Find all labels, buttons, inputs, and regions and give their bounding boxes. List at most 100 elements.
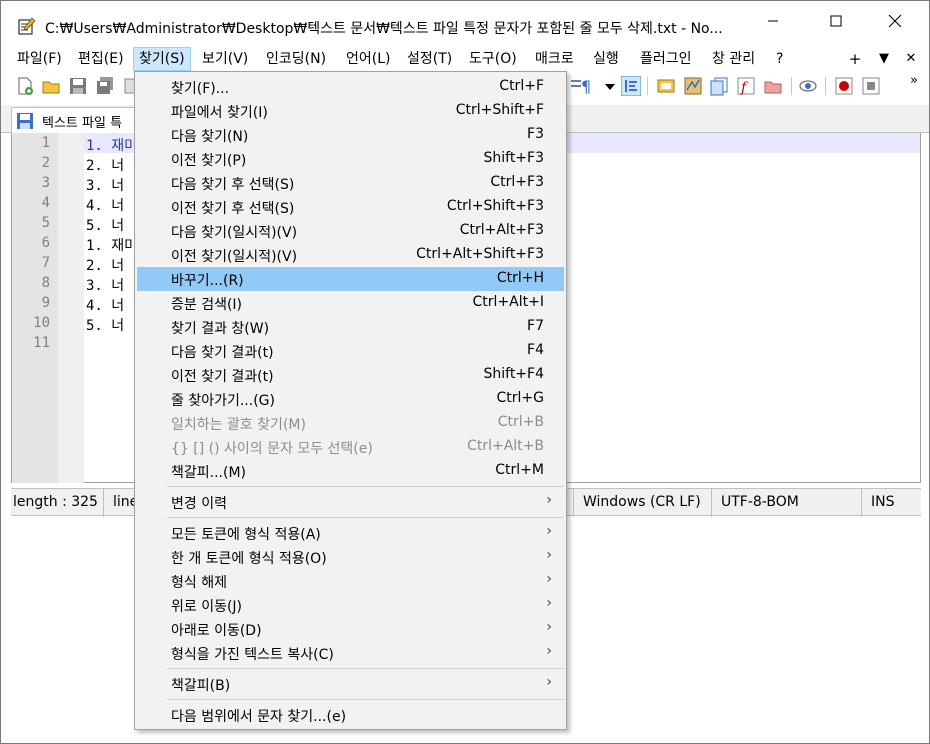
submenu-arrow-icon: ›	[546, 643, 552, 659]
close-button[interactable]	[872, 1, 918, 41]
new-file-icon[interactable]	[15, 76, 35, 96]
menu-item-jump-up[interactable]: 위로 이동(J) ›	[137, 593, 564, 617]
status-separator	[573, 489, 574, 517]
document-list-icon[interactable]	[709, 76, 729, 96]
show-all-characters-icon[interactable]: ¶	[577, 76, 597, 96]
menu-item-label: 증분 검색(I)	[171, 297, 243, 313]
menu-item-style-all-occurrences[interactable]: 모든 토큰에 형식 적용(A) ›	[137, 521, 564, 545]
menu-item-clear-style[interactable]: 형식 해제 ›	[137, 569, 564, 593]
submenu-arrow-icon: ›	[546, 492, 552, 508]
menu-item-find-in-files[interactable]: 파일에서 찾기(I) Ctrl+Shift+F	[137, 99, 564, 123]
menu-item-bookmark[interactable]: 책갈피(B) ›	[137, 672, 564, 696]
menu-view[interactable]: 보기(V)	[197, 47, 253, 71]
menu-edit[interactable]: 편집(E)	[73, 47, 129, 71]
menu-item-shortcut: F7	[527, 318, 544, 334]
status-encoding[interactable]: UTF-8-BOM	[721, 494, 799, 510]
menu-window[interactable]: 창 관리	[707, 47, 760, 71]
new-tab-plus-button[interactable]: +	[846, 47, 864, 71]
menu-item-label: 다음 찾기(N)	[171, 129, 249, 145]
menu-item-replace[interactable]: 바꾸기...(R) Ctrl+H	[137, 267, 564, 291]
menu-item-label: 형식 해제	[171, 575, 227, 591]
line-number: 8	[41, 275, 50, 291]
dropdown-arrow-icon[interactable]	[600, 76, 620, 96]
menu-language[interactable]: 언어(L)	[341, 47, 395, 71]
menu-encoding[interactable]: 인코딩(N)	[261, 47, 331, 71]
menu-run[interactable]: 실행	[588, 47, 624, 71]
menu-item-change-history[interactable]: 변경 이력 ›	[137, 490, 564, 514]
menu-separator	[167, 699, 564, 700]
menu-item-find-characters-in-range[interactable]: 다음 범위에서 문자 찾기...(e)	[137, 703, 564, 727]
menu-item-label: 다음 찾기 후 선택(S)	[171, 177, 295, 193]
toolbar-separator	[791, 77, 792, 95]
menu-file[interactable]: 파일(F)	[12, 47, 67, 71]
menu-help[interactable]: ?	[771, 47, 788, 71]
menu-item-select-find-previous[interactable]: 이전 찾기 후 선택(S) Ctrl+Shift+F3	[137, 195, 564, 219]
menu-item-shortcut: Ctrl+B	[497, 414, 544, 430]
menu-item-jump-down[interactable]: 아래로 이동(D) ›	[137, 617, 564, 641]
line-number: 2	[41, 155, 50, 171]
menu-item-find-previous[interactable]: 이전 찾기(P) Shift+F3	[137, 147, 564, 171]
save-icon[interactable]	[68, 76, 88, 96]
menu-item-label: 모든 토큰에 형식 적용(A)	[171, 527, 321, 543]
code-line: 3. 너	[86, 178, 125, 194]
menu-search[interactable]: 찾기(S)	[133, 47, 191, 71]
menu-macro[interactable]: 매크로	[530, 47, 579, 71]
line-number: 6	[41, 235, 50, 251]
menu-item-find-next-volatile[interactable]: 다음 찾기(일시적)(V) Ctrl+Alt+F3	[137, 219, 564, 243]
saved-file-icon	[17, 113, 33, 129]
line-number: 4	[41, 195, 50, 211]
record-macro-icon[interactable]	[834, 76, 854, 96]
file-tab[interactable]: 텍스트 파일 특	[11, 107, 151, 133]
line-number: 10	[33, 315, 50, 331]
open-file-icon[interactable]	[41, 76, 61, 96]
menu-item-go-to-line[interactable]: 줄 찾아가기...(G) Ctrl+G	[137, 387, 564, 411]
monitoring-eye-icon[interactable]	[798, 76, 818, 96]
menu-item-select-find-next[interactable]: 다음 찾기 후 선택(S) Ctrl+F3	[137, 171, 564, 195]
menu-item-mark[interactable]: 책갈피...(M) Ctrl+M	[137, 459, 564, 483]
search-menu-dropdown: 찾기(F)... Ctrl+F 파일에서 찾기(I) Ctrl+Shift+F 다음…	[134, 71, 567, 730]
menu-item-shortcut: Ctrl+Alt+Shift+F3	[416, 246, 544, 262]
code-line: 1. 재미	[86, 238, 138, 254]
folder-as-workspace-icon[interactable]	[763, 76, 783, 96]
menu-item-find-previous-volatile[interactable]: 이전 찾기(일시적)(V) Ctrl+Alt+Shift+F3	[137, 243, 564, 267]
line-number: 1	[41, 135, 50, 151]
menu-item-search-results-window[interactable]: 찾기 결과 창(W) F7	[137, 315, 564, 339]
menu-item-find[interactable]: 찾기(F)... Ctrl+F	[137, 75, 564, 99]
menu-plugins[interactable]: 플러그인	[635, 47, 697, 71]
fold-margin[interactable]	[58, 133, 84, 483]
menu-item-next-search-result[interactable]: 다음 찾기 결과(t) F4	[137, 339, 564, 363]
line-number: 11	[33, 335, 50, 351]
save-all-icon[interactable]	[95, 76, 115, 96]
function-list-icon[interactable]: f	[736, 76, 756, 96]
notepad-window: C:₩Users₩Administrator₩Desktop₩텍스트 문서₩텍스…	[0, 0, 930, 744]
status-eol[interactable]: Windows (CR LF)	[583, 494, 701, 510]
menu-item-style-one-token[interactable]: 한 개 토큰에 형식 적용(O) ›	[137, 545, 564, 569]
menu-item-find-next[interactable]: 다음 찾기(N) F3	[137, 123, 564, 147]
menu-item-copy-styled-text[interactable]: 형식을 가진 텍스트 복사(C) ›	[137, 641, 564, 665]
menu-item-incremental-search[interactable]: 증분 검색(I) Ctrl+Alt+I	[137, 291, 564, 315]
menu-item-previous-search-result[interactable]: 이전 찾기 결과(t) Shift+F4	[137, 363, 564, 387]
line-number: 9	[41, 295, 50, 311]
minimize-button[interactable]	[750, 1, 796, 41]
menu-item-label: 이전 찾기(일시적)(V)	[171, 249, 298, 265]
maximize-button[interactable]	[813, 1, 859, 41]
menu-item-label: 위로 이동(J)	[171, 599, 243, 615]
stop-macro-icon[interactable]	[861, 76, 881, 96]
menu-settings[interactable]: 설정(T)	[402, 47, 457, 71]
title-bar: C:₩Users₩Administrator₩Desktop₩텍스트 문서₩텍스…	[1, 1, 929, 41]
menu-separator	[167, 517, 564, 518]
window-title: C:₩Users₩Administrator₩Desktop₩텍스트 문서₩텍스…	[45, 21, 723, 37]
menu-item-shortcut: Ctrl+H	[496, 270, 544, 286]
close-tab-button[interactable]: ✕	[902, 47, 920, 71]
document-map-icon[interactable]	[683, 76, 703, 96]
tab-list-down-button[interactable]: ▼	[875, 47, 893, 71]
menu-item-label: {} [] () 사이의 문자 모두 선택(e)	[171, 441, 373, 457]
indent-guide-icon[interactable]	[621, 76, 641, 96]
menu-item-shortcut: F4	[527, 342, 544, 358]
status-insert-mode[interactable]: INS	[871, 494, 895, 510]
toolbar-separator	[647, 77, 648, 95]
user-defined-language-icon[interactable]	[656, 76, 676, 96]
menu-item-label: 바꾸기...(R)	[171, 273, 244, 289]
menu-tools[interactable]: 도구(O)	[464, 47, 522, 71]
toolbar-overflow-button[interactable]: »	[905, 69, 923, 93]
